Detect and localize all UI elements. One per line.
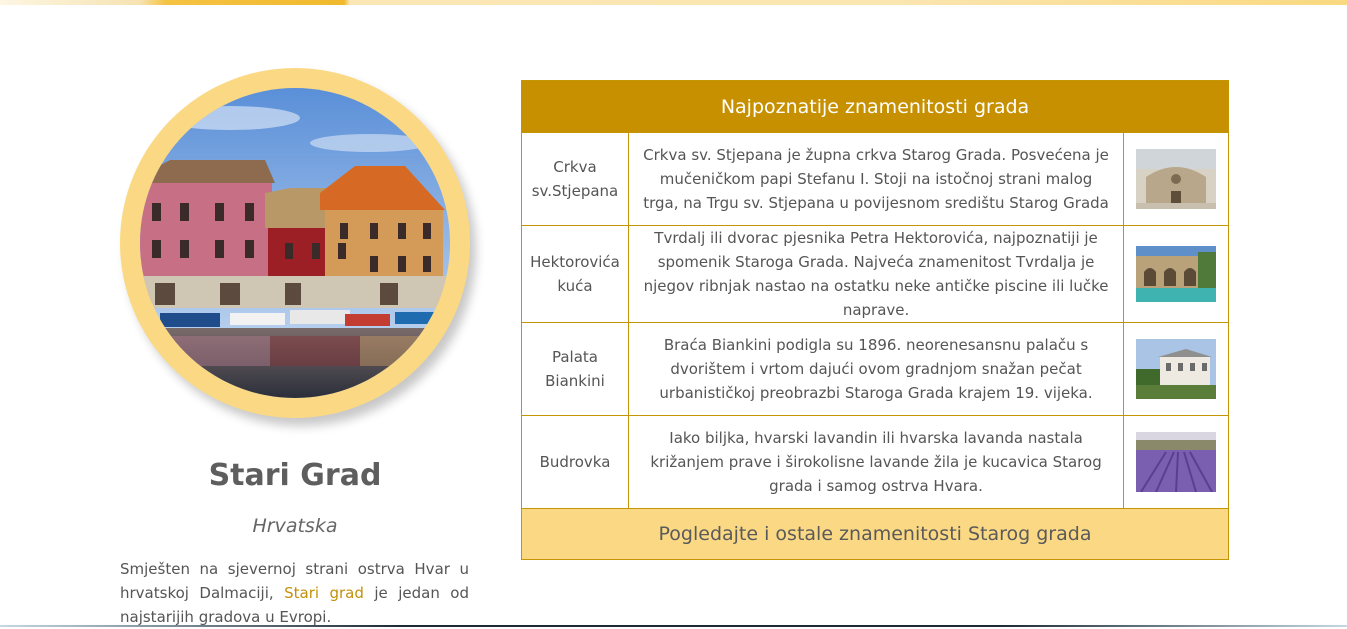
sights-table: Najpoznatije znamenitosti grada Crkva sv…: [521, 80, 1229, 560]
sights-table-title: Najpoznatije znamenitosti grada: [521, 80, 1229, 133]
city-photo: [140, 88, 450, 398]
lavender-thumbnail: [1136, 432, 1217, 492]
sight-thumbnail-cell: [1123, 225, 1229, 323]
sight-name: Palata Biankini: [521, 322, 629, 416]
church-thumbnail: [1136, 149, 1217, 209]
castle-pond-thumbnail: [1136, 246, 1217, 302]
sight-description: Crkva sv. Stjepana je župna crkva Starog…: [627, 132, 1125, 226]
top-accent-bar: [0, 0, 1347, 5]
table-row: Palata Biankini Braća Biankini podigla s…: [521, 322, 1229, 416]
sight-name: Crkva sv.Stjepana: [521, 132, 629, 226]
sight-description: Braća Biankini podigla su 1896. neorenes…: [627, 322, 1125, 416]
stari-grad-link[interactable]: Stari grad: [284, 584, 364, 602]
table-row: Hektorovića kuća Tvrdalj ili dvorac pjes…: [521, 225, 1229, 323]
table-row: Budrovka Iako biljka, hvarski lavandin i…: [521, 415, 1229, 509]
city-title: Stari Grad: [208, 458, 382, 493]
palace-thumbnail: [1136, 339, 1217, 399]
sight-name: Budrovka: [521, 415, 629, 509]
table-row: Crkva sv.Stjepana Crkva sv. Stjepana je …: [521, 132, 1229, 226]
sight-description: Iako biljka, hvarski lavandin ili hvarsk…: [627, 415, 1125, 509]
country-subtitle: Hrvatska: [252, 515, 338, 537]
sight-thumbnail-cell: [1123, 132, 1229, 226]
more-sights-link[interactable]: Pogledajte i ostale znamenitosti Starog …: [521, 508, 1229, 560]
sight-thumbnail-cell: [1123, 415, 1229, 509]
sight-thumbnail-cell: [1123, 322, 1229, 416]
sight-name: Hektorovića kuća: [521, 225, 629, 323]
sight-description: Tvrdalj ili dvorac pjesnika Petra Hektor…: [627, 225, 1125, 323]
city-intro-text: Smješten na sjevernoj strani ostrva Hvar…: [120, 557, 469, 629]
